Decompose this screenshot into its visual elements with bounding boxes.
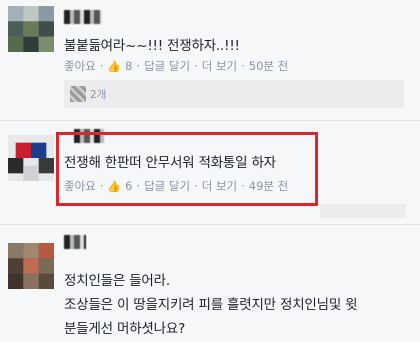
thumbs-up-icon: 👍 [107,59,122,73]
comment-1: 불붙듦여라~~!!! 전쟁하자..!!! 좋아요 · 👍 8 · 답글 달기 ·… [0,0,420,120]
separator: · [194,59,198,73]
replies-toggle[interactable]: 2개 [64,80,404,108]
avatar[interactable] [8,243,54,289]
replies-count: 2개 [90,88,107,101]
comment-line-2: 조상들은 이 땅을지키려 피를 흘렷지만 정치인님및 윗 [64,297,358,313]
author-name[interactable] [64,10,102,24]
replier-avatar [70,86,86,102]
timestamp[interactable]: 50분 전 [249,58,288,74]
comment-text: 불붙듦여라~~!!! 전쟁하자..!!! [64,38,240,54]
replies-toggle[interactable] [320,204,406,218]
separator: · [136,59,141,73]
reply-button[interactable]: 답글 달기 [144,58,190,74]
avatar[interactable] [8,135,54,181]
comment-line-3: 분들게선 머하셧나요? [64,321,186,337]
highlight-box [56,132,318,206]
comment-line-1: 정치인들은 들어라. [64,273,170,289]
comment-meta: 좋아요 · 👍 8 · 답글 달기 · 더 보기 · 50분 전 [64,58,288,74]
comment-3: 정치인들은 들어라. 조상들은 이 땅을지키려 피를 흘렷지만 정치인님및 윗 … [0,225,420,342]
author-name[interactable] [64,235,86,249]
like-button[interactable]: 좋아요 [64,58,96,74]
separator: · [99,59,104,73]
like-count: 8 [125,59,133,73]
more-button[interactable]: 더 보기 [202,58,237,74]
separator: · [241,59,245,73]
avatar[interactable] [8,6,54,52]
